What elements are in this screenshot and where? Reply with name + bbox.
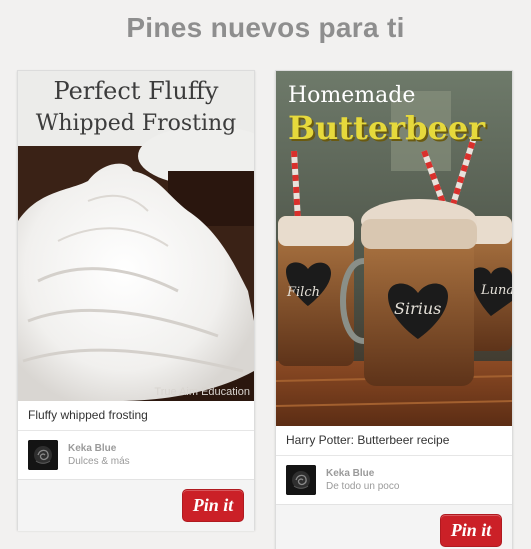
mug-label-filch: Filch [287, 285, 320, 300]
pin-description[interactable]: Harry Potter: Butterbeer recipe [276, 426, 512, 456]
mug-label-sirius: Sirius [394, 299, 442, 318]
image-title-line1: Perfect Fluffy [53, 77, 219, 105]
pinner-info[interactable]: Keka Blue Dulces & más [18, 431, 254, 479]
pin-it-button[interactable]: Pin it [182, 489, 244, 522]
avatar[interactable] [28, 440, 58, 470]
rose-avatar-icon [286, 465, 316, 495]
image-watermark: True Aim Education [154, 386, 250, 398]
pin-image[interactable]: Homemade Butterbeer Filch Sirius Luna [276, 71, 512, 426]
board-name[interactable]: Dulces & más [68, 456, 130, 467]
pinner-name[interactable]: Keka Blue [68, 443, 116, 454]
pin-image[interactable]: Perfect Fluffy Whipped Frosting True Aim… [18, 71, 254, 401]
section-heading: Pines nuevos para ti [126, 12, 405, 43]
pin-card[interactable]: Perfect Fluffy Whipped Frosting True Aim… [17, 70, 255, 531]
pin-description[interactable]: Fluffy whipped frosting [18, 401, 254, 431]
image-title-line1: Homemade [288, 83, 416, 108]
pinner-info[interactable]: Keka Blue De todo un poco [276, 456, 512, 504]
pin-it-button[interactable]: Pin it [440, 514, 502, 547]
pin-footer: Pin it [276, 504, 512, 549]
board-name[interactable]: De todo un poco [326, 481, 399, 492]
image-title-line2: Whipped Frosting [35, 111, 237, 136]
image-title-line2: Butterbeer [288, 109, 486, 147]
pin-footer: Pin it [18, 479, 254, 531]
pin-card[interactable]: Homemade Butterbeer Filch Sirius Luna Ha… [275, 70, 513, 549]
avatar[interactable] [286, 465, 316, 495]
mug-label-luna: Luna [481, 283, 512, 298]
rose-avatar-icon [28, 440, 58, 470]
pinner-name[interactable]: Keka Blue [326, 468, 374, 479]
